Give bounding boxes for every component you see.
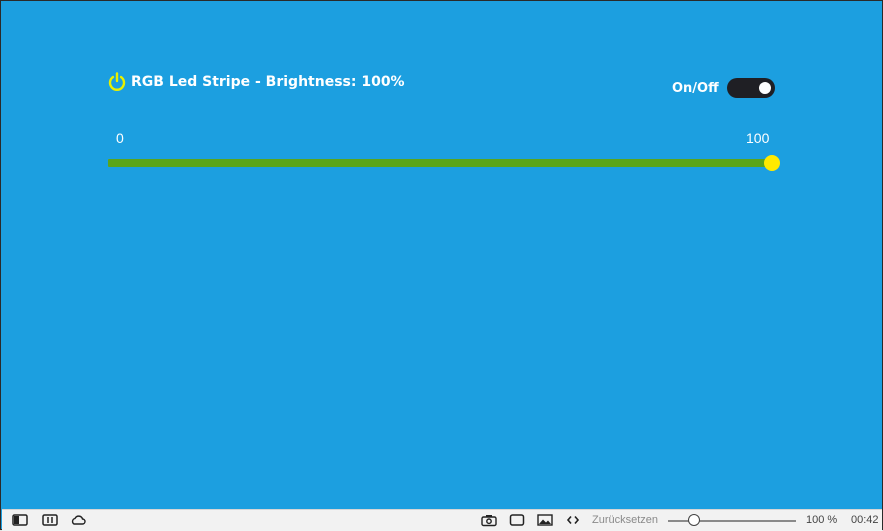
zoom-level-label: 100 %	[806, 514, 838, 526]
clock-display: 00:42	[851, 514, 879, 526]
brightness-slider-thumb[interactable]	[764, 155, 780, 171]
app-window: RGB Led Stripe - Brightness: 100% On/Off…	[0, 0, 883, 531]
window-icon[interactable]	[509, 513, 525, 527]
zoom-slider[interactable]	[668, 514, 796, 526]
toggle-label: On/Off	[672, 80, 719, 96]
brightness-slider-fill	[108, 159, 772, 167]
zoom-slider-thumb[interactable]	[687, 514, 700, 526]
power-toggle-row: On/Off	[672, 78, 775, 98]
image-icon[interactable]	[537, 513, 553, 527]
widget-title: RGB Led Stripe - Brightness: 100%	[131, 74, 405, 90]
reset-button[interactable]: Zurücksetzen	[592, 514, 658, 526]
power-toggle-switch[interactable]	[726, 78, 775, 98]
status-bar: Zurücksetzen 100 % 00:42	[2, 509, 882, 531]
toggle-knob	[758, 82, 771, 94]
split-view-icon[interactable]	[42, 513, 58, 527]
widget-panel: RGB Led Stripe - Brightness: 100% On/Off…	[2, 2, 882, 509]
sidebar-toggle-icon[interactable]	[12, 513, 28, 527]
camera-icon[interactable]	[481, 513, 497, 527]
widget-header: RGB Led Stripe - Brightness: 100%	[108, 71, 405, 93]
brightness-slider[interactable]	[108, 155, 780, 171]
power-icon[interactable]	[108, 72, 126, 92]
slider-max-label: 100	[746, 130, 770, 146]
slider-min-label: 0	[116, 130, 124, 146]
code-icon[interactable]	[565, 513, 581, 527]
cloud-icon[interactable]	[70, 513, 86, 527]
